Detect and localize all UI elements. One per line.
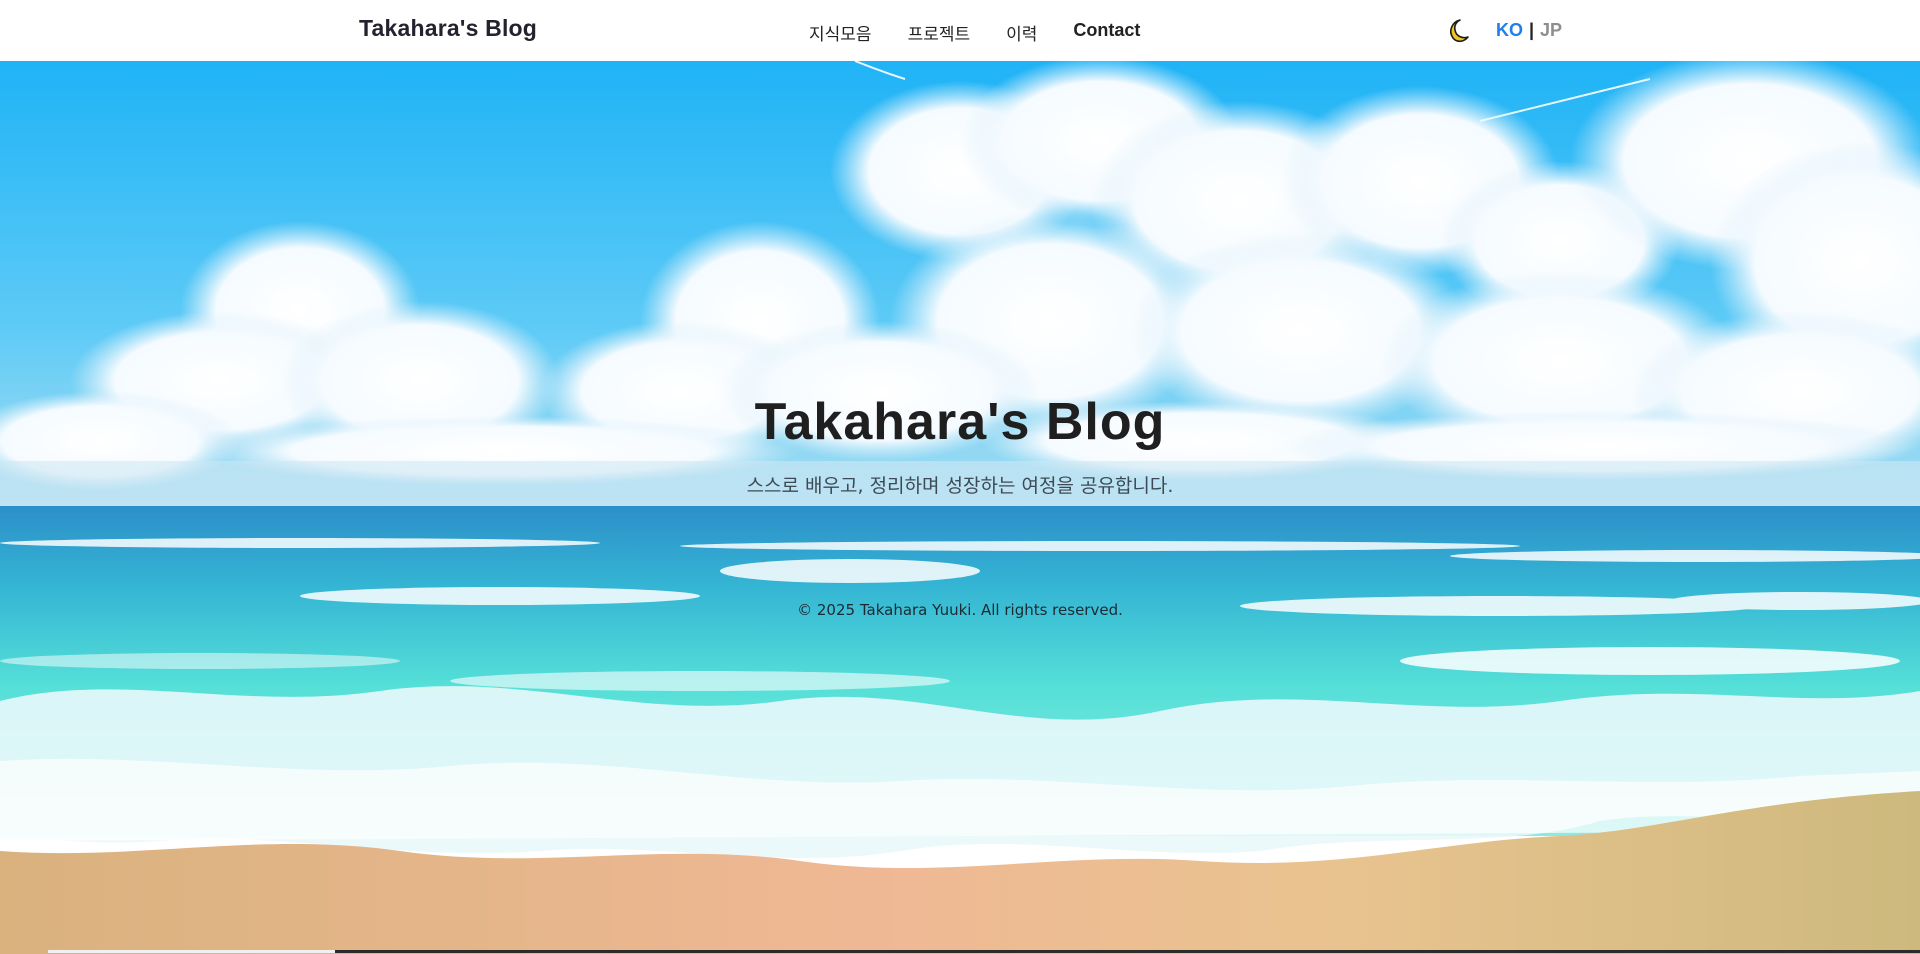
beach-background-illustration xyxy=(0,61,1920,954)
main-nav: 지식모음 프로젝트 이력 Contact xyxy=(809,20,1140,45)
hero-section: Takahara's Blog 스스로 배우고, 정리하며 성장하는 여정을 공… xyxy=(0,61,1920,954)
lang-ko-button[interactable]: KO xyxy=(1496,20,1523,41)
theme-toggle-button[interactable] xyxy=(1442,17,1470,45)
moon-icon xyxy=(1450,19,1469,43)
nav-link-projects[interactable]: 프로젝트 xyxy=(908,25,971,45)
nav-link-knowledge[interactable]: 지식모음 xyxy=(809,25,872,45)
lang-jp-button[interactable]: JP xyxy=(1540,20,1562,41)
brand-logo-link[interactable]: Takahara's Blog xyxy=(359,15,537,42)
language-switcher: KO | JP xyxy=(1496,20,1562,41)
bottom-divider-segment xyxy=(48,950,335,953)
hero-title: Takahara's Blog xyxy=(754,393,1166,451)
bottom-divider xyxy=(48,950,1920,953)
nav-link-history[interactable]: 이력 xyxy=(1006,25,1037,45)
nav-link-contact[interactable]: Contact xyxy=(1073,20,1140,40)
top-navbar: Takahara's Blog 지식모음 프로젝트 이력 Contact KO … xyxy=(0,0,1920,61)
hero-subtitle: 스스로 배우고, 정리하며 성장하는 여정을 공유합니다. xyxy=(746,475,1174,497)
footer-copyright: © 2025 Takahara Yuuki. All rights reserv… xyxy=(797,601,1123,619)
lang-separator: | xyxy=(1529,20,1535,40)
